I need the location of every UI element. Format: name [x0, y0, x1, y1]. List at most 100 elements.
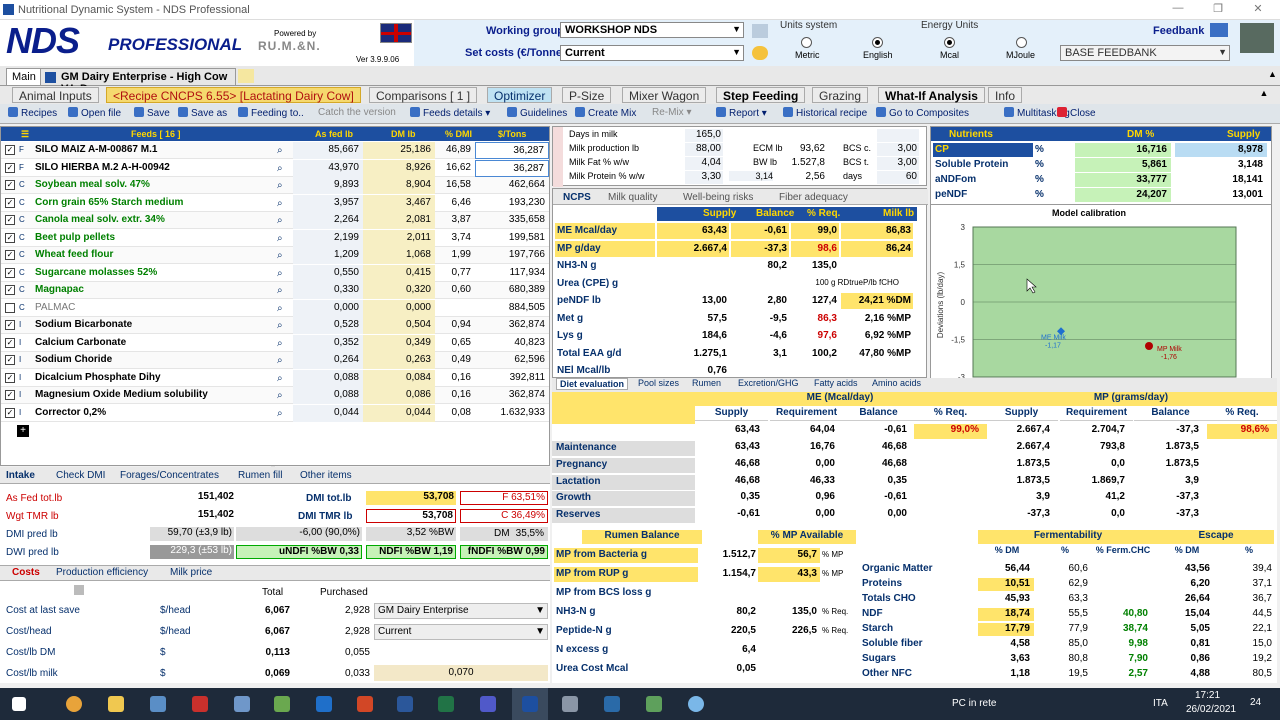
col-cost[interactable]: $/Tons — [498, 129, 526, 139]
clock-date[interactable]: 26/02/2021 — [1186, 704, 1236, 715]
feed-name[interactable]: Beet pulp pellets — [35, 232, 115, 243]
feed-search-icon[interactable]: ⌕ — [277, 215, 283, 226]
enterprise-select[interactable]: GM Dairy Enterprise ▼ — [374, 603, 548, 619]
feed-row[interactable]: ✓ C Soybean meal solv. 47% ⌕ 9,893 8,904 16,58… — [1, 177, 549, 194]
feed-name[interactable]: Dicalcium Phosphate Dihy — [35, 372, 161, 383]
feed-dm[interactable]: 8,926 — [363, 159, 435, 177]
feed-cost[interactable]: 40,823 — [475, 335, 549, 352]
remix-button[interactable]: Re-Mix ▾ — [652, 107, 691, 118]
tab-rumen-fill[interactable]: Rumen fill — [238, 470, 282, 481]
feed-asfed[interactable]: 0,044 — [293, 404, 363, 422]
feed-checkbox[interactable]: ✓ — [5, 197, 15, 208]
feed-search-icon[interactable]: ⌕ — [277, 355, 283, 366]
nutrient-name[interactable]: peNDF — [933, 188, 1033, 202]
feed-checkbox[interactable] — [5, 302, 15, 313]
feed-search-icon[interactable]: ⌕ — [277, 338, 283, 349]
feed-cost[interactable]: 335,658 — [475, 212, 549, 229]
costs-chart-icon[interactable] — [74, 585, 84, 595]
feed-search-icon[interactable]: ⌕ — [277, 373, 283, 384]
outlook-icon[interactable] — [316, 696, 332, 712]
feed-row[interactable]: ✓ C Beet pulp pellets ⌕ 2,199 2,011 3,74 199,58… — [1, 229, 549, 247]
feed-row[interactable]: ✓ I Calcium Carbonate ⌕ 0,352 0,349 0,65 40,823 — [1, 334, 549, 352]
feed-checkbox[interactable]: ✓ — [5, 355, 15, 365]
feed-checkbox[interactable]: ✓ — [5, 390, 15, 400]
feed-asfed[interactable]: 43,970 — [293, 159, 363, 177]
feed-row[interactable]: ✓ I Magnesium Oxide Medium solubility ⌕ 0,08… — [1, 387, 549, 404]
feed-checkbox[interactable]: ✓ — [5, 285, 15, 295]
feed-name[interactable]: PALMAC — [35, 302, 75, 313]
feed-cost[interactable]: 62,596 — [475, 352, 549, 369]
feed-search-icon[interactable]: ⌕ — [277, 320, 283, 331]
tab-animal-inputs[interactable]: Animal Inputs — [12, 87, 99, 103]
notification-count[interactable]: 24 — [1250, 697, 1261, 708]
col-dmi[interactable]: % DMI — [445, 129, 472, 139]
animal-side-tab[interactable] — [553, 127, 563, 187]
feed-cost[interactable]: 392,811 — [475, 370, 549, 387]
feed-search-icon[interactable]: ⌕ — [277, 233, 283, 244]
feed-search-icon[interactable]: ⌕ — [277, 268, 283, 279]
feed-dm[interactable]: 3,467 — [363, 194, 435, 212]
col-feeds[interactable]: Feeds [ 16 ] — [131, 129, 181, 139]
feed-cost[interactable]: 462,664 — [475, 177, 549, 194]
nutrient-name[interactable]: CP — [933, 143, 1033, 157]
animal-value[interactable]: 3,30 — [685, 171, 723, 184]
feed-row[interactable]: ✓ I Corrector 0,2% ⌕ 0,044 0,044 0,08 1.632,933 — [1, 404, 549, 422]
feed-dm[interactable]: 0,320 — [363, 282, 435, 299]
tab-mixer-wagon[interactable]: Mixer Wagon — [622, 87, 707, 103]
working-group-select[interactable]: WORKSHOP NDS ▼ — [560, 22, 744, 38]
tab-production-efficiency[interactable]: Production efficiency — [56, 567, 148, 578]
diet-tab[interactable]: Fatty acids — [814, 378, 858, 388]
feed-dm[interactable]: 0,086 — [363, 387, 435, 404]
feed-checkbox[interactable]: ✓ — [5, 162, 15, 173]
set-costs-select[interactable]: Current ▼ — [560, 45, 744, 61]
tab-milk-quality[interactable]: Milk quality — [608, 192, 657, 203]
feedbank-icon[interactable] — [1210, 23, 1228, 37]
feed-search-icon[interactable]: ⌕ — [277, 408, 283, 419]
feed-checkbox[interactable]: ✓ — [5, 145, 15, 155]
feed-search-icon[interactable]: ⌕ — [277, 250, 283, 261]
feed-cost[interactable]: 884,505 — [475, 300, 549, 317]
tab-well-being[interactable]: Well-being risks — [683, 192, 753, 203]
tab-costs[interactable]: Costs — [12, 567, 40, 578]
feed-search-icon[interactable]: ⌕ — [277, 285, 283, 296]
feed-asfed[interactable]: 0,264 — [293, 352, 363, 369]
diet-tab[interactable]: Rumen — [692, 378, 721, 388]
feed-dm[interactable]: 1,068 — [363, 247, 435, 264]
tab-fiber[interactable]: Fiber adequacy — [779, 192, 848, 203]
tab-main[interactable]: Main — [6, 68, 42, 85]
feed-row[interactable]: ✓ C Magnapac ⌕ 0,330 0,320 0,60 680,389 — [1, 282, 549, 299]
diet-tab[interactable]: Diet evaluation — [556, 378, 629, 390]
nutrient-name[interactable]: Soluble Protein — [933, 158, 1033, 172]
flag-icon[interactable] — [380, 23, 412, 43]
feed-checkbox[interactable]: ✓ — [5, 320, 15, 330]
feed-dm[interactable]: 0,415 — [363, 264, 435, 282]
feed-dm[interactable]: 0,349 — [363, 334, 435, 352]
coins-icon[interactable] — [752, 46, 768, 60]
feed-asfed[interactable]: 1,209 — [293, 247, 363, 264]
diet-tab[interactable]: Pool sizes — [638, 378, 679, 388]
feed-checkbox[interactable]: ✓ — [5, 407, 15, 418]
tab-optimizer[interactable]: Optimizer — [487, 87, 553, 103]
feed-row[interactable]: ✓ C Corn grain 65% Starch medium ⌕ 3,957 3,46… — [1, 194, 549, 212]
feed-name[interactable]: Sugarcane molasses 52% — [35, 267, 157, 278]
feed-checkbox[interactable]: ✓ — [5, 180, 15, 190]
pm-icon[interactable] — [646, 696, 662, 712]
feed-name[interactable]: Calcium Carbonate — [35, 337, 126, 348]
open-file-button[interactable]: Open file — [68, 107, 121, 119]
tab-milk-price[interactable]: Milk price — [170, 567, 212, 578]
tab-ncps[interactable]: NCPS — [563, 192, 591, 203]
col-dm[interactable]: DM lb — [391, 129, 416, 139]
feed-row[interactable]: ✓ F SILO MAIZ A-M-00867 M.1 ⌕ 85,667 25,186 46… — [1, 142, 549, 159]
feed-name[interactable]: Corrector 0,2% — [35, 407, 106, 418]
feed-row[interactable]: ✓ I Dicalcium Phosphate Dihy ⌕ 0,088 0,084 0,1… — [1, 369, 549, 387]
tab-other-items[interactable]: Other items — [300, 470, 352, 481]
feed-name[interactable]: Corn grain 65% Starch medium — [35, 197, 183, 208]
feed-cost[interactable]: 36,287 — [475, 142, 549, 159]
feed-search-icon[interactable]: ⌕ — [277, 390, 283, 401]
feed-name[interactable]: Magnapac — [35, 284, 84, 295]
feed-checkbox[interactable]: ✓ — [5, 372, 15, 383]
tab-forages[interactable]: Forages/Concentrates — [120, 470, 219, 481]
historical-recipe-button[interactable]: Historical recipe — [783, 107, 867, 119]
feed-cost[interactable]: 362,874 — [475, 387, 549, 404]
feed-dm[interactable]: 2,011 — [363, 229, 435, 247]
